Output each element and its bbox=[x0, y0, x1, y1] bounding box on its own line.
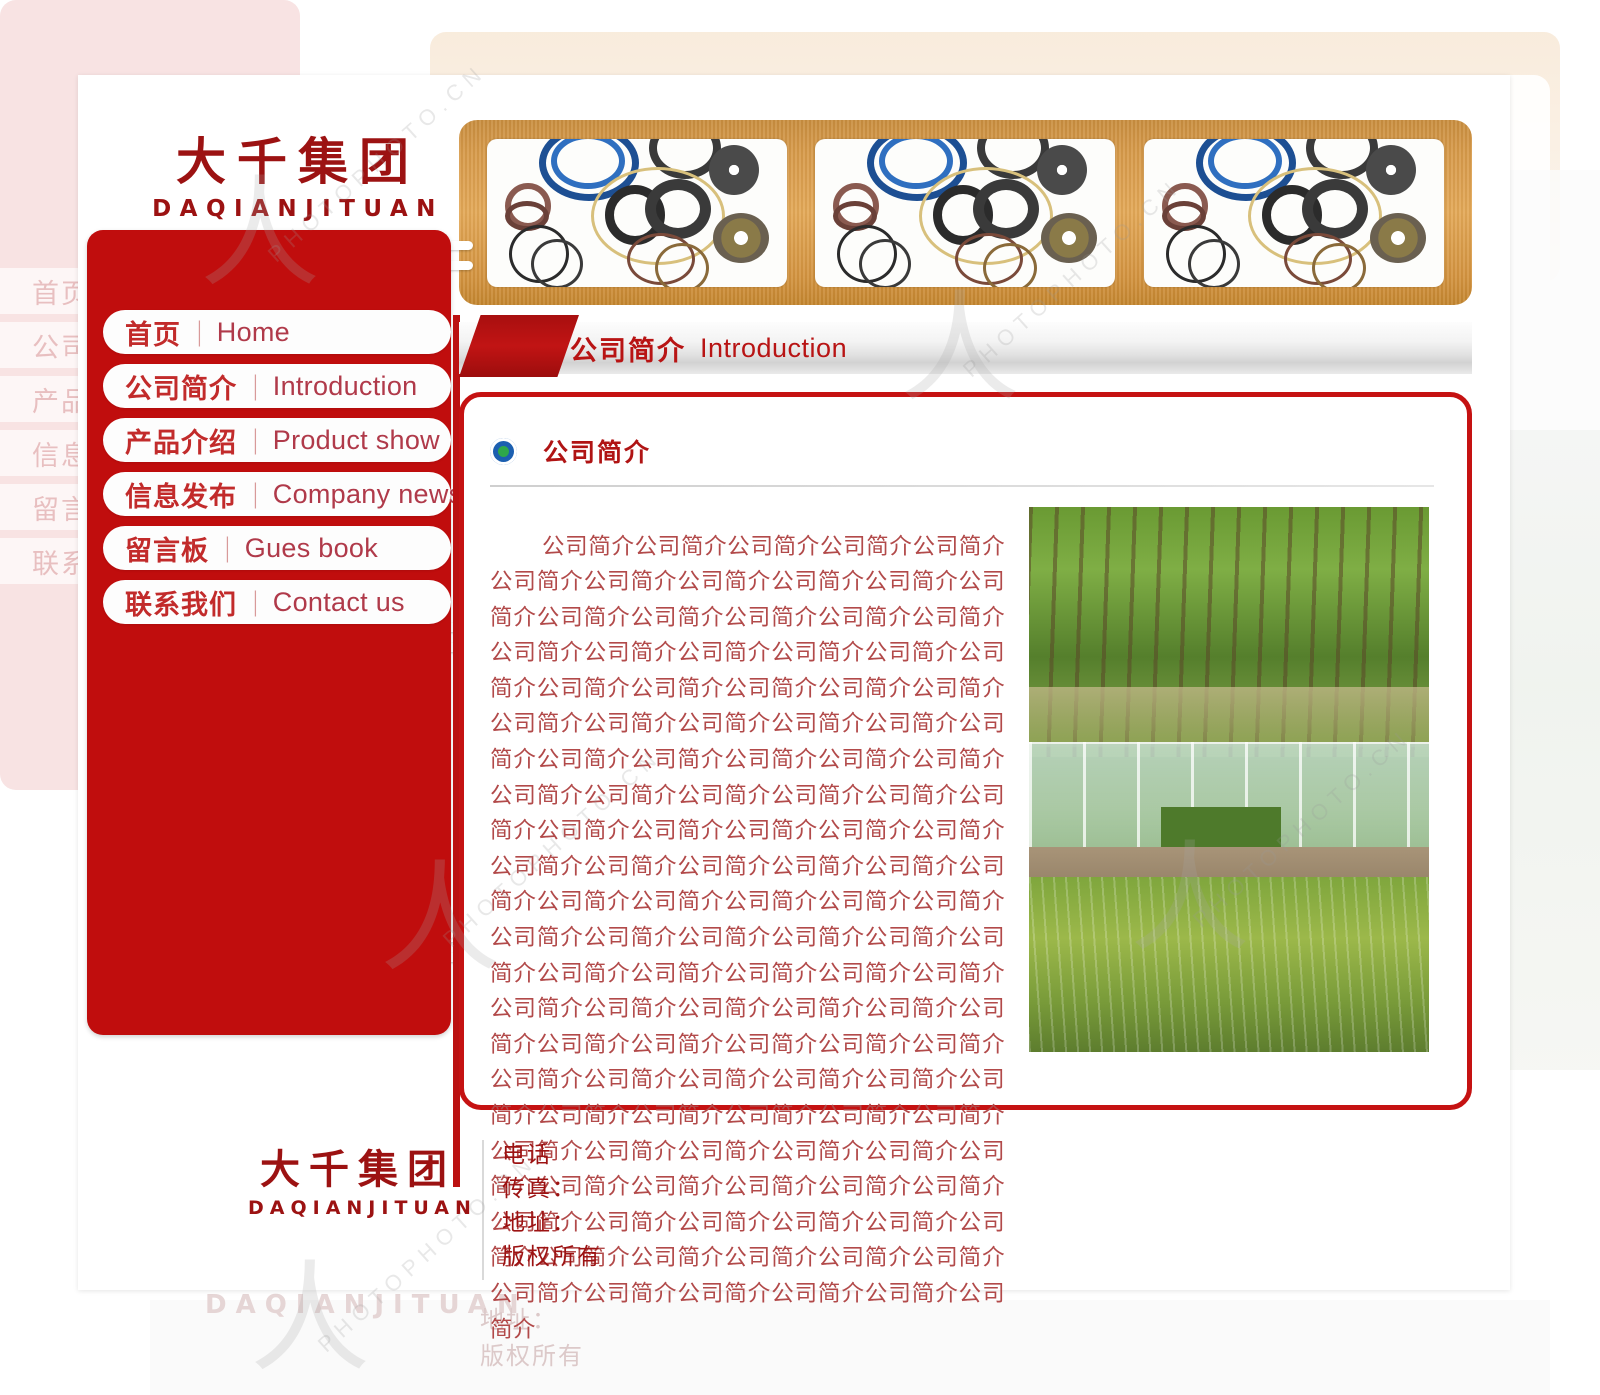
footer-address: 地址： bbox=[502, 1210, 577, 1236]
footer-logo-cn: 大千集团 bbox=[260, 1147, 456, 1193]
main-navigation: 首页 | Home 公司简介 | Introduction 产品介绍 | Pro… bbox=[87, 230, 462, 1035]
section-divider bbox=[490, 485, 1434, 487]
nav-label-en: Gues book bbox=[244, 532, 379, 563]
nav-separator: | bbox=[251, 587, 260, 617]
nav-separator: | bbox=[251, 425, 260, 455]
nav-label-cn: 产品介绍 bbox=[125, 427, 237, 459]
nav-label-en: Introduction bbox=[272, 370, 418, 401]
article-photo bbox=[1029, 507, 1429, 1052]
logo-text-en: DAQIANJITUAN bbox=[152, 196, 444, 222]
section-header: 公司简介 bbox=[490, 433, 651, 469]
section-title: 公司简介 bbox=[543, 438, 652, 467]
nav-separator: | bbox=[223, 533, 232, 563]
nav-label-en: Contact us bbox=[272, 586, 405, 617]
footer-fax: 传真： bbox=[502, 1176, 577, 1202]
nav-item-introduction[interactable]: 公司简介 | Introduction bbox=[103, 364, 451, 408]
banner-thumbnail-1[interactable] bbox=[487, 138, 788, 287]
nav-label-en: Product show bbox=[272, 424, 440, 455]
website-page: 大千集团 DAQIANJITUAN 首页 | Home 公司简介 | Intro… bbox=[78, 75, 1510, 1343]
banner-thumbnail-3[interactable] bbox=[1143, 138, 1444, 287]
nav-separator: | bbox=[251, 371, 260, 401]
site-footer: 大千集团 DAQIANJITUAN 电话 传真： 地址： 版权所有 bbox=[78, 1130, 1510, 1290]
nav-separator: | bbox=[251, 479, 260, 509]
nav-item-guest-book[interactable]: 留言板 | Gues book bbox=[103, 526, 451, 570]
bullseye-icon bbox=[490, 437, 517, 465]
footer-phone: 电话 bbox=[502, 1142, 552, 1168]
site-logo[interactable]: 大千集团 DAQIANJITUAN bbox=[138, 137, 458, 222]
nav-item-product-show[interactable]: 产品介绍 | Product show bbox=[103, 418, 451, 462]
nav-item-company-news[interactable]: 信息发布 | Company news bbox=[103, 472, 462, 516]
footer-copyright: 版权所有 bbox=[502, 1244, 602, 1270]
page-title: 公司简介 Introduction bbox=[570, 322, 847, 374]
logo-text-cn: 大千集团 bbox=[176, 133, 420, 191]
nav-label-cn: 留言板 bbox=[125, 535, 209, 567]
nav-label-cn: 首页 bbox=[125, 319, 181, 351]
content-panel: 公司简介 公司简介公司简介公司简介公司简介公司简介公司简介公司简介公司简介公司简… bbox=[459, 392, 1472, 1343]
nav-label-en: Home bbox=[216, 316, 290, 347]
nav-label-cn: 信息发布 bbox=[125, 481, 237, 513]
page-title-cn: 公司简介 bbox=[570, 335, 686, 367]
nav-separator: | bbox=[195, 317, 204, 347]
nav-item-home[interactable]: 首页 | Home bbox=[103, 310, 451, 354]
header-banner bbox=[459, 120, 1472, 305]
footer-contact-info: 电话 传真： 地址： 版权所有 bbox=[502, 1138, 602, 1274]
page-title-en: Introduction bbox=[700, 332, 848, 363]
nav-item-contact-us[interactable]: 联系我们 | Contact us bbox=[103, 580, 451, 624]
nav-label-en: Company news bbox=[272, 478, 463, 509]
footer-logo[interactable]: 大千集团 DAQIANJITUAN bbox=[248, 1147, 477, 1219]
nav-label-cn: 联系我们 bbox=[125, 589, 237, 621]
banner-thumbnail-2[interactable] bbox=[815, 138, 1116, 287]
nav-label-cn: 公司简介 bbox=[125, 373, 237, 405]
footer-divider bbox=[482, 1140, 484, 1280]
footer-logo-en: DAQIANJITUAN bbox=[248, 1197, 477, 1219]
